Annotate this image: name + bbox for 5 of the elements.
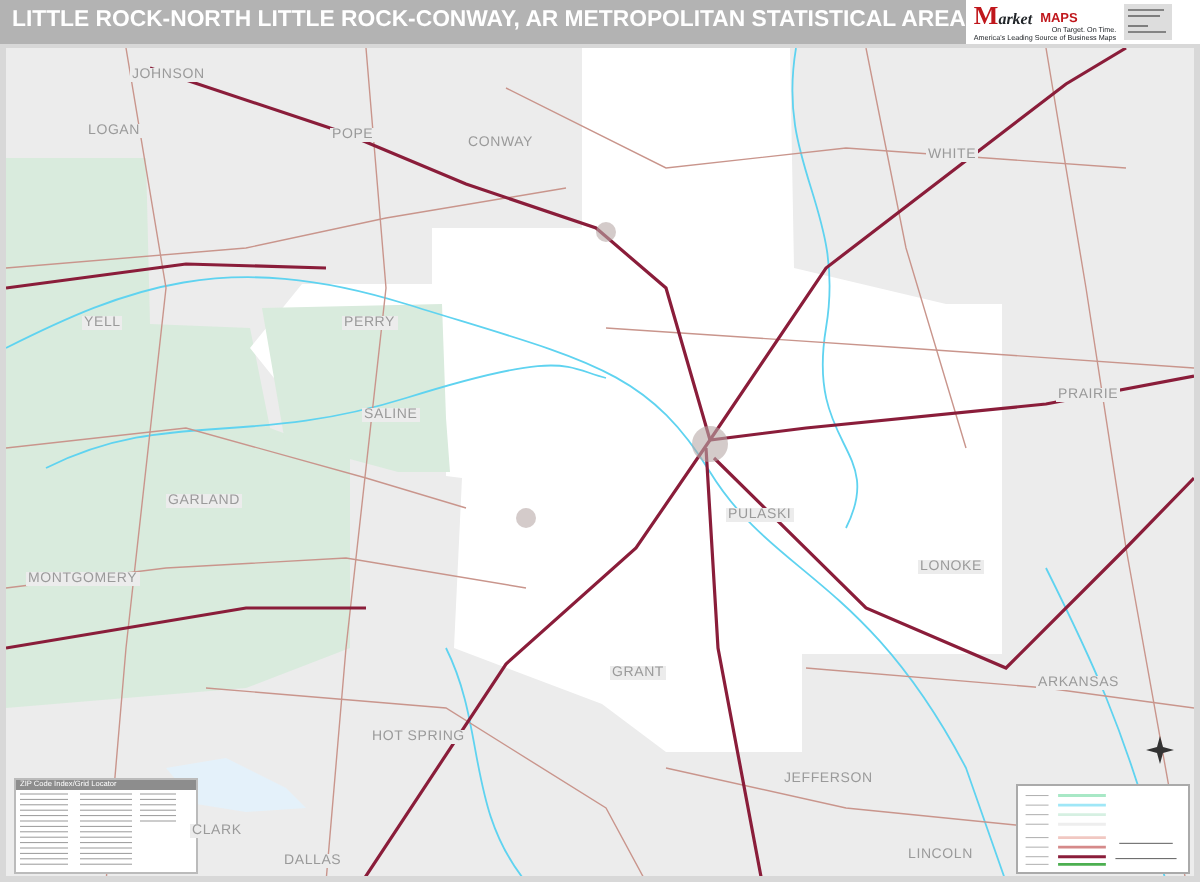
logo-word: arket — [998, 11, 1033, 28]
compass-icon — [1146, 736, 1174, 764]
logo-initial: M — [973, 1, 999, 28]
map-title: LITTLE ROCK-NORTH LITTLE ROCK-CONWAY, AR METROPOLITAN STATISTICAL AREA — [10, 6, 966, 37]
contact-info-drawing — [1124, 4, 1173, 40]
